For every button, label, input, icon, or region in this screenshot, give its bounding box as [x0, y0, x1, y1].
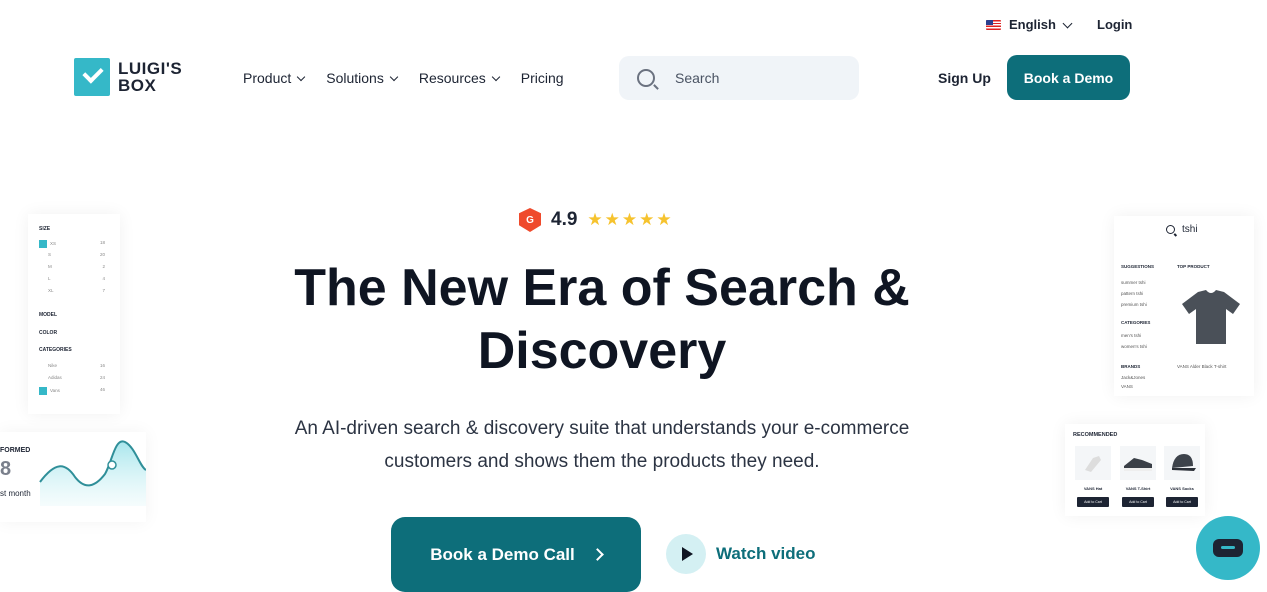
hero-title: The New Era of Search & Discovery — [260, 257, 944, 383]
filter-row: XS 18 — [39, 240, 105, 248]
filter-model-heading: MODEL — [39, 312, 58, 318]
watch-video-label: Watch video — [716, 544, 816, 563]
tshirt-image — [1182, 290, 1240, 344]
filter-row: M2 — [48, 264, 105, 270]
language-selector[interactable]: English — [986, 17, 1073, 32]
add-to-cart-button: Add to Cart — [1122, 497, 1154, 507]
star-icon: ★ — [587, 210, 603, 229]
watch-video-button[interactable]: Watch video — [666, 534, 816, 574]
nav-solutions-label: Solutions — [326, 70, 384, 86]
brand-item: Jack&Jones — [1121, 375, 1146, 380]
main-nav: Product Solutions Resources Pricing — [243, 70, 564, 86]
chat-widget-button[interactable] — [1196, 516, 1260, 580]
book-demo-call-button[interactable]: Book a Demo Call — [391, 517, 641, 592]
chevron-right-icon — [590, 548, 604, 561]
logo[interactable]: LUIGI'S BOX — [74, 58, 182, 96]
g2-logo-icon: G — [519, 208, 541, 232]
add-to-cart-button: Add to Cart — [1077, 497, 1109, 507]
filter-card-illustration: SIZE XS 18 S 20 M2 L4 XL 7 MODEL COLOR CATE… — [28, 214, 120, 414]
suggestion-item: premium tshi — [1121, 302, 1147, 307]
nav-resources[interactable]: Resources — [418, 70, 501, 86]
chat-icon — [1213, 539, 1243, 557]
recommended-item-name: VANS T-Shirt — [1125, 486, 1151, 491]
filter-row: Nike 16 — [48, 363, 105, 369]
performance-sparkline — [39, 440, 147, 506]
book-demo-button[interactable]: Book a Demo — [1007, 55, 1130, 100]
brand-item: VANS — [1121, 384, 1133, 389]
signup-link[interactable]: Sign Up — [938, 70, 991, 86]
star-rating: ★ ★ ★ ★ ★ — [587, 210, 671, 230]
hero-subtitle-line2: customers and shows them the products th… — [384, 451, 820, 472]
star-icon: ★ — [621, 210, 638, 229]
filter-row: Adidas 24 — [48, 375, 105, 381]
add-to-cart-button: Add to Cart — [1166, 497, 1198, 507]
nav-product[interactable]: Product — [243, 70, 306, 86]
recommended-item-name: VANS Hat — [1083, 486, 1103, 491]
nav-resources-label: Resources — [418, 70, 486, 86]
performance-number: 8 — [0, 458, 12, 480]
checkbox-icon — [39, 240, 47, 248]
logo-icon — [74, 58, 110, 96]
us-flag-icon — [986, 19, 1001, 30]
categories-heading: CATEGORIES — [1121, 320, 1151, 325]
hero-title-line2: Discovery — [477, 322, 727, 380]
filter-size-heading: SIZE — [39, 226, 51, 232]
play-icon — [666, 534, 706, 574]
filter-row: L4 — [48, 276, 105, 282]
hero-subtitle-line1: An AI-driven search & discovery suite th… — [294, 418, 910, 439]
checkbox-icon — [39, 387, 47, 395]
recommended-heading: RECOMMENDED — [1073, 432, 1118, 438]
category-item: women's tshi — [1121, 344, 1147, 349]
recommended-item-name: VANS Socks — [1170, 486, 1194, 491]
chevron-down-icon — [1062, 18, 1073, 28]
chevron-down-icon — [297, 72, 306, 81]
nav-product-label: Product — [243, 70, 292, 86]
cta-label: Book a Demo Call — [430, 544, 575, 564]
search-icon — [1166, 225, 1175, 234]
nav-pricing[interactable]: Pricing — [521, 70, 564, 86]
search-card-query: tshi — [1166, 224, 1198, 235]
filter-color-heading: COLOR — [39, 330, 58, 336]
chevron-down-icon — [491, 72, 501, 81]
shoe-image — [1075, 446, 1111, 480]
category-item: men's tshi — [1121, 333, 1142, 338]
login-link[interactable]: Login — [1097, 17, 1132, 32]
chevron-down-icon — [389, 72, 399, 81]
star-icon: ★ — [656, 210, 672, 229]
rating: G 4.9 ★ ★ ★ ★ ★ — [519, 208, 672, 232]
performance-label: FORMED — [0, 447, 31, 454]
suggestion-item: pattern tshi — [1121, 291, 1144, 296]
top-product-name: VANS Alder Black T-shirt — [1177, 364, 1227, 369]
filter-categories-heading: CATEGORIES — [39, 347, 72, 353]
nav-solutions[interactable]: Solutions — [326, 70, 399, 86]
logo-text-line1: LUIGI'S — [118, 59, 183, 78]
cap-image — [1164, 446, 1200, 480]
filter-row: Vans 46 — [39, 387, 105, 395]
sneaker-image — [1120, 446, 1156, 480]
filter-row: S 20 — [48, 252, 105, 258]
hero-subtitle: An AI-driven search & discovery suite th… — [260, 412, 944, 478]
logo-text-line2: BOX — [118, 76, 157, 95]
filter-row: XL 7 — [48, 288, 105, 294]
suggestion-item: summer tshi — [1121, 280, 1146, 285]
performance-subtext: st month — [0, 489, 31, 498]
search-icon — [637, 69, 655, 87]
hero-title-line1: The New Era of Search & — [294, 259, 910, 317]
top-product-heading: TOP PRODUCT — [1177, 264, 1210, 269]
brands-heading: BRANDS — [1121, 364, 1141, 369]
star-icon: ★ — [604, 210, 620, 229]
search-input[interactable] — [673, 69, 837, 87]
search-box[interactable] — [619, 56, 859, 100]
rating-score: 4.9 — [551, 209, 578, 230]
nav-pricing-label: Pricing — [520, 70, 564, 86]
suggestions-heading: SUGGESTIONS — [1121, 264, 1155, 269]
star-icon: ★ — [639, 210, 655, 229]
language-label: English — [1009, 17, 1056, 32]
performance-card-illustration — [0, 432, 147, 522]
